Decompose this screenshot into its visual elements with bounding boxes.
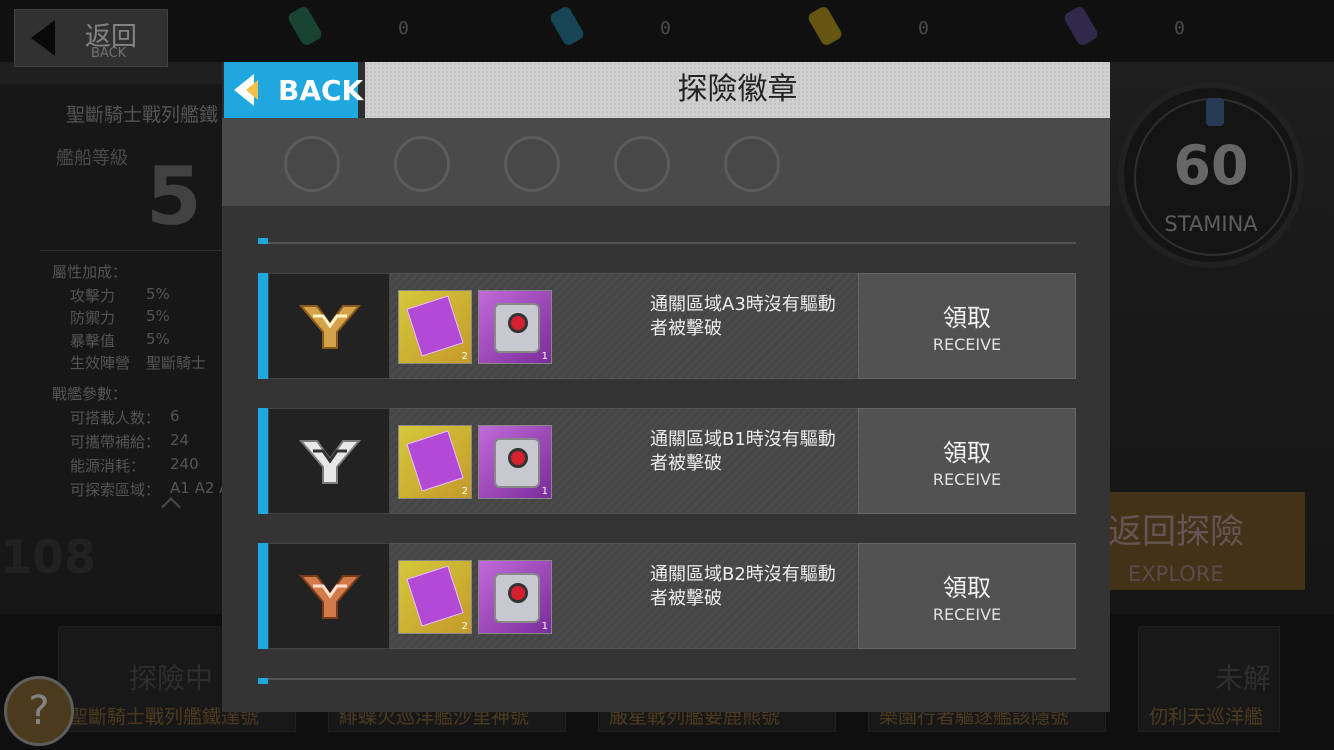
item-count: 2 <box>461 621 468 632</box>
item-count: 1 <box>541 486 548 497</box>
gold-badge-icon <box>299 305 361 349</box>
receive-label: 領取 <box>943 574 991 602</box>
bronze-badge-icon <box>299 575 361 619</box>
purple-card-icon <box>406 295 464 357</box>
row-accent <box>258 543 268 649</box>
badge-row: 2 1 通關區域A3時沒有驅動者被擊破 領取 RECEIVE <box>258 273 1076 379</box>
receive-sub: RECEIVE <box>932 605 1002 624</box>
reward-item[interactable]: 1 <box>478 425 552 499</box>
reward-item[interactable]: 1 <box>478 290 552 364</box>
reward-item[interactable]: 1 <box>478 560 552 634</box>
receive-sub: RECEIVE <box>932 335 1002 354</box>
badge-slot <box>394 136 450 192</box>
modal-back-button[interactable]: BACK <box>224 62 363 118</box>
receive-label: 領取 <box>943 439 991 467</box>
receive-sub: RECEIVE <box>932 470 1002 489</box>
reward-item[interactable]: 2 <box>398 560 472 634</box>
back-chevron-accent-icon <box>246 80 258 100</box>
purple-card-icon <box>406 565 464 627</box>
badge-slot <box>504 136 560 192</box>
item-count: 1 <box>541 351 548 362</box>
item-count: 1 <box>541 621 548 632</box>
badge-frame <box>268 543 390 649</box>
partial-row-top <box>258 238 1076 244</box>
badge-row: 2 1 通關區域B2時沒有驅動者被擊破 領取 RECEIVE <box>258 543 1076 649</box>
badge-description: 通關區域B2時沒有驅動者被擊破 <box>650 564 836 609</box>
badge-slot <box>724 136 780 192</box>
badge-frame <box>268 273 390 379</box>
silver-badge-icon <box>299 440 361 484</box>
modal-back-label: BACK <box>278 74 364 107</box>
reward-item[interactable]: 2 <box>398 425 472 499</box>
row-accent <box>258 273 268 379</box>
item-count: 2 <box>461 351 468 362</box>
receive-button[interactable]: 領取 RECEIVE <box>858 408 1076 514</box>
receive-button[interactable]: 領取 RECEIVE <box>858 543 1076 649</box>
cube-core-dot <box>508 583 528 603</box>
badge-row: 2 1 通關區域B1時沒有驅動者被擊破 領取 RECEIVE <box>258 408 1076 514</box>
badge-frame <box>268 408 390 514</box>
purple-card-icon <box>406 430 464 492</box>
modal-title: 探險徽章 <box>365 62 1110 118</box>
item-count: 2 <box>461 486 468 497</box>
row-accent <box>258 408 268 514</box>
partial-row-bottom <box>258 678 1076 684</box>
receive-label: 領取 <box>943 304 991 332</box>
cube-core-dot <box>508 448 528 468</box>
badge-description: 通關區域B1時沒有驅動者被擊破 <box>650 429 836 474</box>
badge-slot <box>614 136 670 192</box>
badge-slots <box>222 118 1110 206</box>
reward-item[interactable]: 2 <box>398 290 472 364</box>
badge-slot <box>284 136 340 192</box>
badge-description: 通關區域A3時沒有驅動者被擊破 <box>650 294 836 339</box>
cube-core-dot <box>508 313 528 333</box>
receive-button[interactable]: 領取 RECEIVE <box>858 273 1076 379</box>
